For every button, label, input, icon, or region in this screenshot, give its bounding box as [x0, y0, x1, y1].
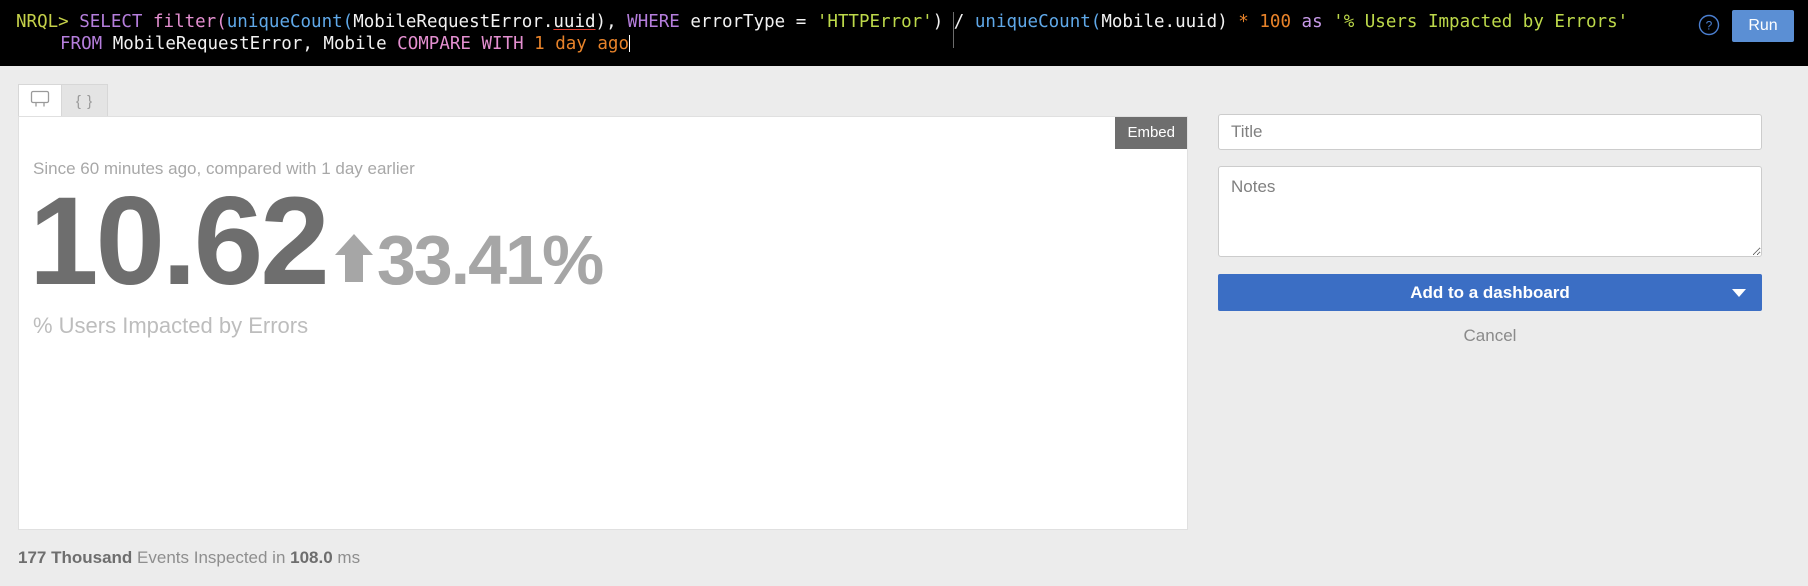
token-where: WHERE [627, 12, 680, 32]
run-button[interactable]: Run [1732, 10, 1794, 42]
arrow-up-icon [331, 228, 377, 286]
nrql-query-editor[interactable]: NRQL> SELECT filter(uniqueCount(MobileRe… [16, 11, 1666, 55]
metric-label: % Users Impacted by Errors [33, 313, 309, 338]
token-event-field: MobileRequestError. [353, 12, 554, 32]
token-compare-with: COMPARE WITH [397, 34, 524, 54]
token-select: SELECT [79, 12, 143, 32]
add-to-dashboard-label: Add to a dashboard [1410, 282, 1570, 302]
token-alias: '% Users Impacted by Errors' [1333, 12, 1629, 32]
token-as: as [1301, 12, 1323, 32]
token-time-value: 1 day [534, 34, 587, 54]
token-ago: ago [597, 34, 629, 54]
save-widget-panel: Add to a dashboard Cancel [1218, 114, 1762, 346]
events-inspected-text: Events Inspected in [132, 548, 291, 567]
braces-icon: { } [75, 92, 94, 110]
token-sources: MobileRequestError, Mobile [102, 34, 398, 54]
token-unique-count-2: uniqueCount( [974, 12, 1102, 32]
token-from: FROM [60, 34, 103, 54]
svg-text:?: ? [1706, 19, 1713, 33]
token-condition-field: errorType = [679, 12, 817, 32]
metric-value: 10.62 [29, 172, 330, 311]
result-view-tabs: { } [18, 84, 108, 117]
token-close-paren-2: ) [1217, 12, 1228, 32]
billboard-metric: 10.62 33.41% [29, 172, 604, 311]
tab-json-view[interactable]: { } [62, 84, 108, 117]
token-uuid-underlined: uuid [553, 12, 596, 32]
billboard-chart-icon [30, 90, 50, 112]
events-inspected-count: 177 Thousand [18, 548, 133, 567]
query-duration-unit: ms [332, 548, 361, 567]
text-cursor [629, 35, 630, 52]
embed-button[interactable]: Embed [1115, 117, 1187, 149]
nrql-prompt: NRQL> [16, 12, 69, 32]
chevron-down-icon[interactable] [1732, 288, 1746, 297]
title-input[interactable] [1218, 114, 1762, 150]
token-close-paren: ) [932, 12, 944, 32]
query-stats: 177 Thousand Events Inspected in 108.0 m… [18, 548, 360, 568]
token-multiply: * [1227, 12, 1260, 32]
token-unique-count: uniqueCount( [226, 12, 354, 32]
token-filter: filter( [153, 12, 227, 32]
query-bar: NRQL> SELECT filter(uniqueCount(MobileRe… [0, 0, 1808, 66]
token-close-paren-comma: ), [595, 12, 628, 32]
notes-input[interactable] [1218, 166, 1762, 257]
cancel-button[interactable]: Cancel [1218, 326, 1762, 346]
editor-column-marker [953, 12, 954, 48]
metric-delta: 33.41% [376, 221, 604, 299]
token-divide: / [943, 12, 975, 32]
question-circle-icon[interactable]: ? [1698, 14, 1720, 36]
token-string-value: 'HTTPError' [816, 12, 933, 32]
token-number-100: 100 [1259, 12, 1291, 32]
result-panel: Embed Since 60 minutes ago, compared wit… [18, 116, 1188, 530]
metric-comparison: 33.41% [331, 221, 604, 299]
tab-chart-view[interactable] [18, 84, 62, 117]
add-to-dashboard-button[interactable]: Add to a dashboard [1218, 274, 1762, 311]
token-mobile-uuid: Mobile.uuid [1101, 12, 1218, 32]
query-duration: 108.0 [290, 548, 333, 567]
